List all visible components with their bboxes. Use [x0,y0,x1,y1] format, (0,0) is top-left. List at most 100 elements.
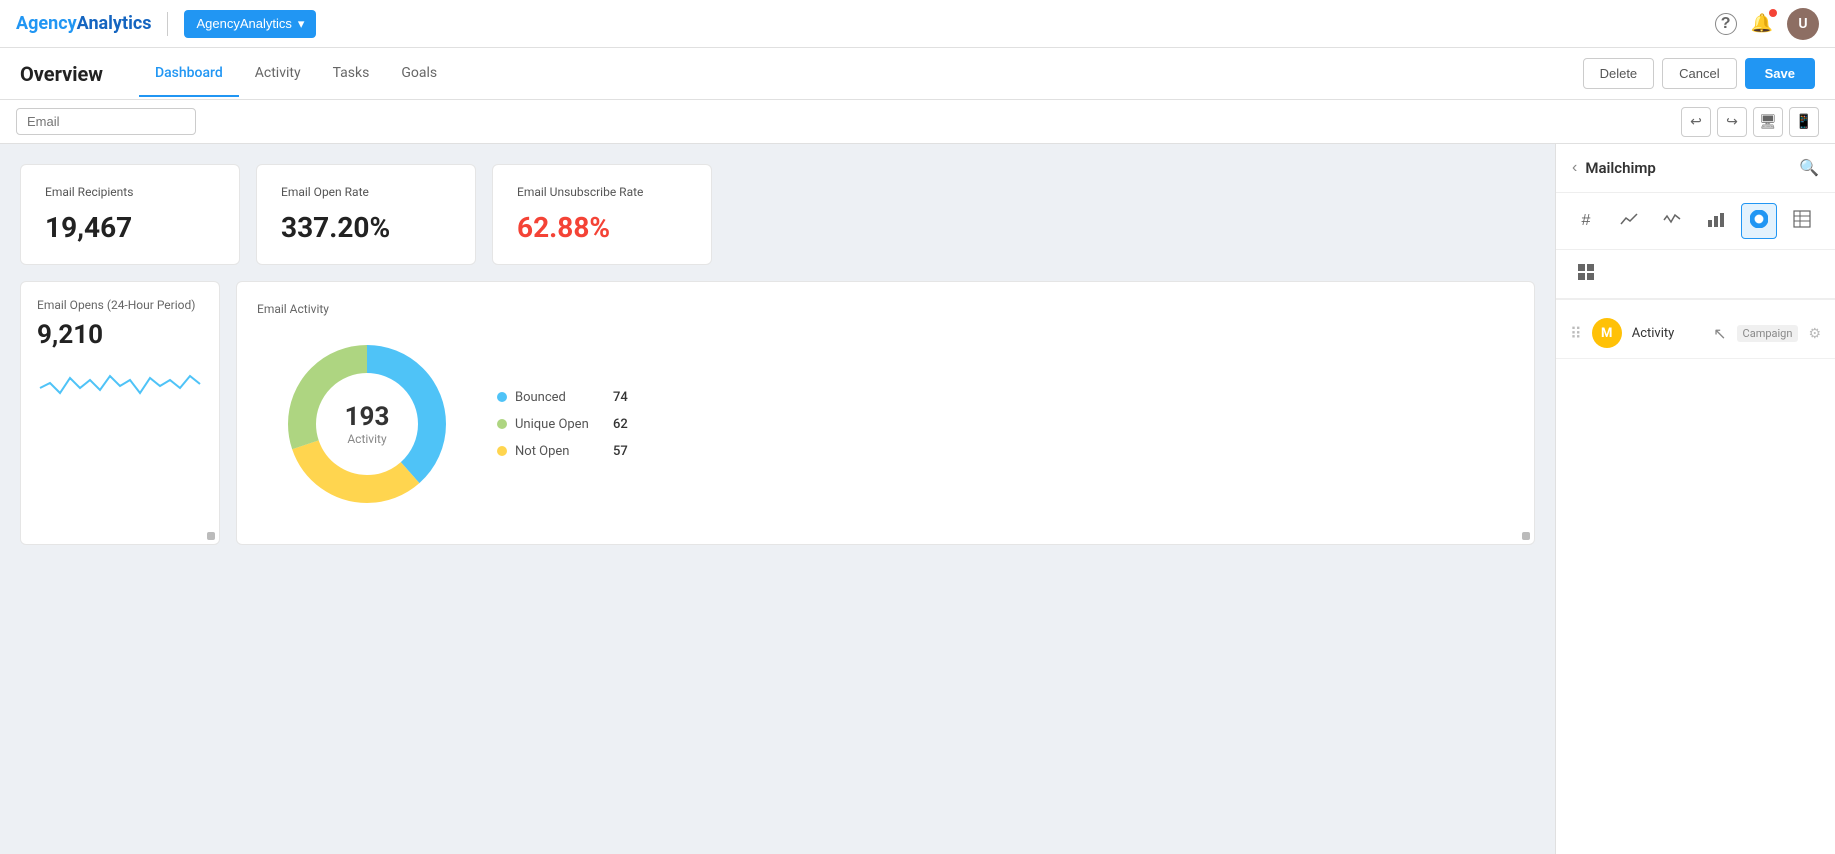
chart-title-opens: Email Opens (24-Hour Period) [37,298,203,312]
avatar-initials: U [1798,16,1807,32]
tab-activity[interactable]: Activity [239,51,317,97]
stat-value-open-rate: 337.20% [281,211,451,244]
widget-name-activity: Activity [1632,326,1703,341]
legend-value-unique-open: 62 [613,417,628,432]
stat-value-recipients: 19,467 [45,211,215,244]
donut-chart-container: 193 Activity [277,334,457,514]
redo-button[interactable]: ↪ [1717,107,1747,137]
navbar-right: ? 🔔 U [1715,8,1819,40]
widget-item-activity[interactable]: ⠿ M Activity ↖ Campaign ⚙ [1556,308,1835,359]
subheader: Overview Dashboard Activity Tasks Goals … [0,48,1835,100]
tab-tasks[interactable]: Tasks [317,51,386,97]
filter-bar: ↩ ↪ 🖥 📱 [0,100,1835,144]
tabs-nav: Dashboard Activity Tasks Goals [139,51,453,97]
widget-settings-button[interactable]: ⚙ [1808,325,1821,342]
agency-dropdown-button[interactable]: AgencyAnalytics ▾ [184,10,316,38]
question-icon: ? [1715,13,1737,35]
chart-value-opens: 9,210 [37,320,203,350]
panel-search-button[interactable]: 🔍 [1799,158,1819,178]
help-button[interactable]: ? [1715,13,1737,35]
tab-goals[interactable]: Goals [385,51,453,97]
chevron-down-icon: ▾ [298,16,305,32]
widget-type-sparkline[interactable] [1654,203,1690,239]
grid-icon [1577,263,1595,286]
brand-logo: AgencyAnalytics [16,13,151,34]
panel-title: Mailchimp [1585,159,1791,177]
legend-item-bounced: Bounced 74 [497,390,628,405]
widget-type-bar-chart[interactable] [1698,203,1734,239]
widget-icon-activity: M [1592,318,1622,348]
notifications-button[interactable]: 🔔 [1751,13,1773,34]
avatar[interactable]: U [1787,8,1819,40]
navbar: AgencyAnalytics AgencyAnalytics ▾ ? 🔔 U [0,0,1835,48]
legend-item-unique-open: Unique Open 62 [497,417,628,432]
legend-name-not-open: Not Open [515,444,605,459]
desktop-view-button[interactable]: 🖥 [1753,107,1783,137]
brand-agency: Agency [16,13,77,34]
charts-row: Email Opens (24-Hour Period) 9,210 Email… [20,281,1535,545]
chart-card-opens: Email Opens (24-Hour Period) 9,210 [20,281,220,545]
mobile-view-button[interactable]: 📱 [1789,107,1819,137]
chart-card-activity: Email Activity [236,281,1535,545]
cancel-button[interactable]: Cancel [1662,58,1736,89]
dashboard-content: Email Recipients 19,467 Email Open Rate … [0,144,1555,854]
subheader-left: Overview Dashboard Activity Tasks Goals [20,51,453,97]
legend-dot-bounced [497,392,507,402]
legend-name-unique-open: Unique Open [515,417,605,432]
widget-type-grid[interactable] [1568,256,1604,292]
navbar-left: AgencyAnalytics AgencyAnalytics ▾ [16,10,316,38]
chart-title-activity: Email Activity [257,302,1514,316]
widget-type-table[interactable] [1784,203,1820,239]
save-button[interactable]: Save [1745,58,1815,89]
mailchimp-icon-letter: M [1601,326,1612,341]
page-title: Overview [20,62,103,86]
brand-analytics: Analytics [77,13,152,34]
stats-row: Email Recipients 19,467 Email Open Rate … [20,164,1535,265]
donut-chart-icon [1750,210,1768,233]
legend-item-not-open: Not Open 57 [497,444,628,459]
donut-center-label: Activity [345,432,390,446]
widget-type-line-chart[interactable] [1611,203,1647,239]
widget-type-metric[interactable]: # [1568,203,1604,239]
stat-card-open-rate: Email Open Rate 337.20% [256,164,476,265]
drag-handle-icon[interactable]: ⠿ [1570,324,1582,343]
legend-name-bounced: Bounced [515,390,605,405]
donut-legend: Bounced 74 Unique Open 62 Not Open 57 [497,390,628,459]
widget-type-selector: # [1556,193,1835,250]
bar-chart-icon [1707,210,1725,233]
delete-button[interactable]: Delete [1583,58,1655,89]
main-layout: Email Recipients 19,467 Email Open Rate … [0,144,1835,854]
resize-handle-large[interactable] [1522,532,1530,540]
resize-handle[interactable] [207,532,215,540]
stat-value-unsubscribe: 62.88% [517,211,687,244]
donut-center-value: 193 [345,402,390,432]
cursor-icon: ↖ [1713,324,1726,343]
back-icon: ‹ [1572,159,1577,176]
legend-dot-not-open [497,446,507,456]
email-filter-input[interactable] [16,108,196,135]
widget-list: ⠿ M Activity ↖ Campaign ⚙ [1556,300,1835,367]
undo-button[interactable]: ↩ [1681,107,1711,137]
tab-dashboard[interactable]: Dashboard [139,51,239,97]
stat-label-open-rate: Email Open Rate [281,185,451,199]
search-icon: 🔍 [1799,160,1819,177]
widget-type-donut[interactable] [1741,203,1777,239]
widget-type-row2 [1556,250,1835,299]
legend-dot-unique-open [497,419,507,429]
line-chart-icon [1620,210,1638,233]
stat-label-recipients: Email Recipients [45,185,215,199]
filter-icons: ↩ ↪ 🖥 📱 [1681,107,1819,137]
nav-divider [167,12,168,36]
panel-back-button[interactable]: ‹ [1572,159,1577,177]
stat-card-unsubscribe: Email Unsubscribe Rate 62.88% [492,164,712,265]
metric-icon: # [1582,212,1591,230]
legend-value-not-open: 57 [613,444,628,459]
donut-area: 193 Activity Bounced 74 Uniqu [257,324,1514,524]
panel-header: ‹ Mailchimp 🔍 [1556,144,1835,193]
notification-badge [1769,9,1777,17]
sparkline-icon [1663,210,1681,233]
subheader-right: Delete Cancel Save [1583,58,1815,89]
sparkline-chart [37,358,203,408]
widget-tag-campaign: Campaign [1737,325,1799,342]
donut-center: 193 Activity [345,402,390,446]
